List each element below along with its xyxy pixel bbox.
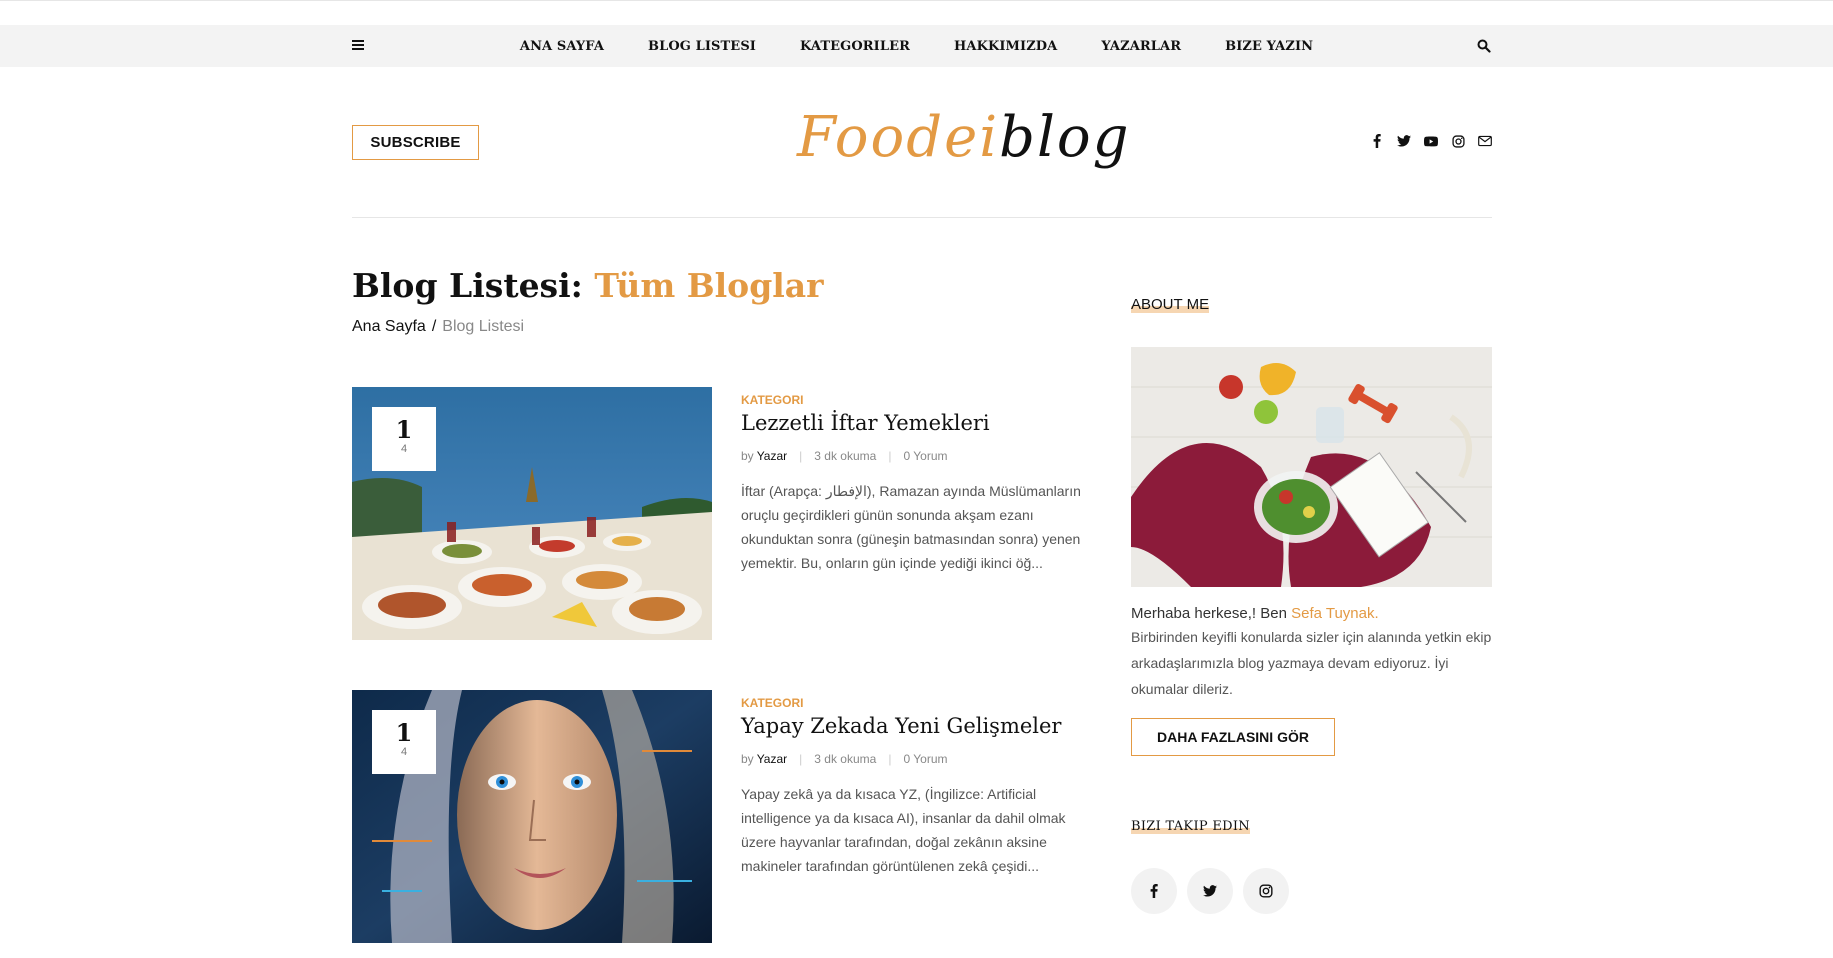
post-day: 1 <box>395 718 413 747</box>
post-by: by <box>741 752 754 766</box>
post-body: KATEGORI Yapay Zekada Yeni Gelişmeler by… <box>741 690 1091 878</box>
post-comments[interactable]: 0 Yorum <box>903 449 947 463</box>
twitter-icon[interactable] <box>1187 868 1233 914</box>
post-thumbnail[interactable]: 1 4 <box>352 690 712 943</box>
breadcrumb-home[interactable]: Ana Sayfa <box>352 318 426 335</box>
facebook-icon[interactable] <box>1131 868 1177 914</box>
about-greeting: Merhaba herkese,! Ben Sefa Tuynak. <box>1131 605 1492 622</box>
subscribe-button[interactable]: SUBSCRIBE <box>352 125 479 160</box>
post-date-badge: 1 4 <box>372 407 436 471</box>
about-description: Birbirinden keyifli konularda sizler içi… <box>1131 629 1492 697</box>
meta-divider: | <box>888 752 892 766</box>
post-title[interactable]: Yapay Zekada Yeni Gelişmeler <box>741 714 1091 738</box>
post-month: 4 <box>400 746 408 758</box>
main-nav: ANA SAYFA BLOG LISTESI KATEGORILER HAKKI… <box>0 25 1833 67</box>
post-body: KATEGORI Lezzetli İftar Yemekleri by Yaz… <box>741 387 1091 575</box>
site-logo[interactable]: Foodeiblog <box>797 103 1130 173</box>
post-meta: by Yazar | 3 dk okuma | 0 Yorum <box>741 752 1091 766</box>
breadcrumb-current: Blog Listesi <box>442 318 525 335</box>
post-thumbnail[interactable]: 1 4 <box>352 387 712 640</box>
page-title: Blog Listesi: Tüm Bloglar <box>352 266 824 305</box>
post-title[interactable]: Lezzetli İftar Yemekleri <box>741 411 1091 435</box>
page-title-prefix: Blog Listesi: <box>352 266 595 305</box>
post-card: 1 4 KATEGORI Lezzetli İftar Yemekleri by… <box>352 387 1092 640</box>
twitter-icon[interactable] <box>1397 134 1411 148</box>
mail-icon[interactable] <box>1478 134 1492 148</box>
nav-home[interactable]: ANA SAYFA <box>498 39 626 54</box>
about-text: Merhaba herkese,! Ben Sefa Tuynak. Birbi… <box>1131 605 1492 702</box>
header-social-links <box>1370 134 1492 148</box>
meta-divider: | <box>888 449 892 463</box>
top-border <box>0 0 1833 1</box>
logo-part-2: blog <box>999 105 1131 170</box>
nav-contact[interactable]: BIZE YAZIN <box>1203 39 1335 54</box>
follow-heading-text: BIZI TAKIP EDIN <box>1131 819 1250 834</box>
post-meta: by Yazar | 3 dk okuma | 0 Yorum <box>741 449 1091 463</box>
meta-divider: | <box>799 449 803 463</box>
header-divider <box>352 217 1492 218</box>
logo-part-1: Foodei <box>797 105 1000 170</box>
post-read-time: 3 dk okuma <box>814 752 877 766</box>
post-comments[interactable]: 0 Yorum <box>903 752 947 766</box>
post-date-badge: 1 4 <box>372 710 436 774</box>
nav-categories[interactable]: KATEGORILER <box>778 39 932 54</box>
follow-heading: BIZI TAKIP EDIN <box>1131 819 1250 834</box>
about-heading: ABOUT ME <box>1131 296 1210 313</box>
about-author-name[interactable]: Sefa Tuynak. <box>1291 605 1379 622</box>
instagram-icon[interactable] <box>1451 134 1465 148</box>
post-read-time: 3 dk okuma <box>814 449 877 463</box>
nav-blog-list[interactable]: BLOG LISTESI <box>626 39 778 54</box>
instagram-icon[interactable] <box>1243 868 1289 914</box>
post-day: 1 <box>395 415 413 444</box>
about-heading-text: ABOUT ME <box>1131 296 1210 313</box>
post-author[interactable]: Yazar <box>757 752 787 766</box>
about-image <box>1131 347 1492 587</box>
meta-divider: | <box>799 752 803 766</box>
youtube-icon[interactable] <box>1424 134 1438 148</box>
post-card: 1 4 KATEGORI Yapay Zekada Yeni Gelişmele… <box>352 690 1092 943</box>
breadcrumb-separator: / <box>431 318 437 335</box>
page-title-accent: Tüm Bloglar <box>594 266 824 305</box>
about-greeting-prefix: Merhaba herkese,! Ben <box>1131 605 1292 622</box>
search-icon[interactable] <box>1477 38 1491 57</box>
post-excerpt: Yapay zekâ ya da kısaca YZ, (İngilizce: … <box>741 786 1066 874</box>
post-excerpt: İftar (Arapça: الإفطار), Ramazan ayında … <box>741 483 1081 571</box>
follow-social-links <box>1131 868 1289 914</box>
post-by: by <box>741 449 754 463</box>
post-category[interactable]: KATEGORI <box>741 696 1091 710</box>
breadcrumb: Ana Sayfa / Blog Listesi <box>352 318 524 336</box>
facebook-icon[interactable] <box>1370 134 1384 148</box>
nav-authors[interactable]: YAZARLAR <box>1079 39 1203 54</box>
post-author[interactable]: Yazar <box>757 449 787 463</box>
post-category[interactable]: KATEGORI <box>741 393 1091 407</box>
post-month: 4 <box>400 443 408 455</box>
read-more-button[interactable]: DAHA FAZLASINI GÖR <box>1131 718 1335 756</box>
nav-about[interactable]: HAKKIMIZDA <box>932 39 1079 54</box>
